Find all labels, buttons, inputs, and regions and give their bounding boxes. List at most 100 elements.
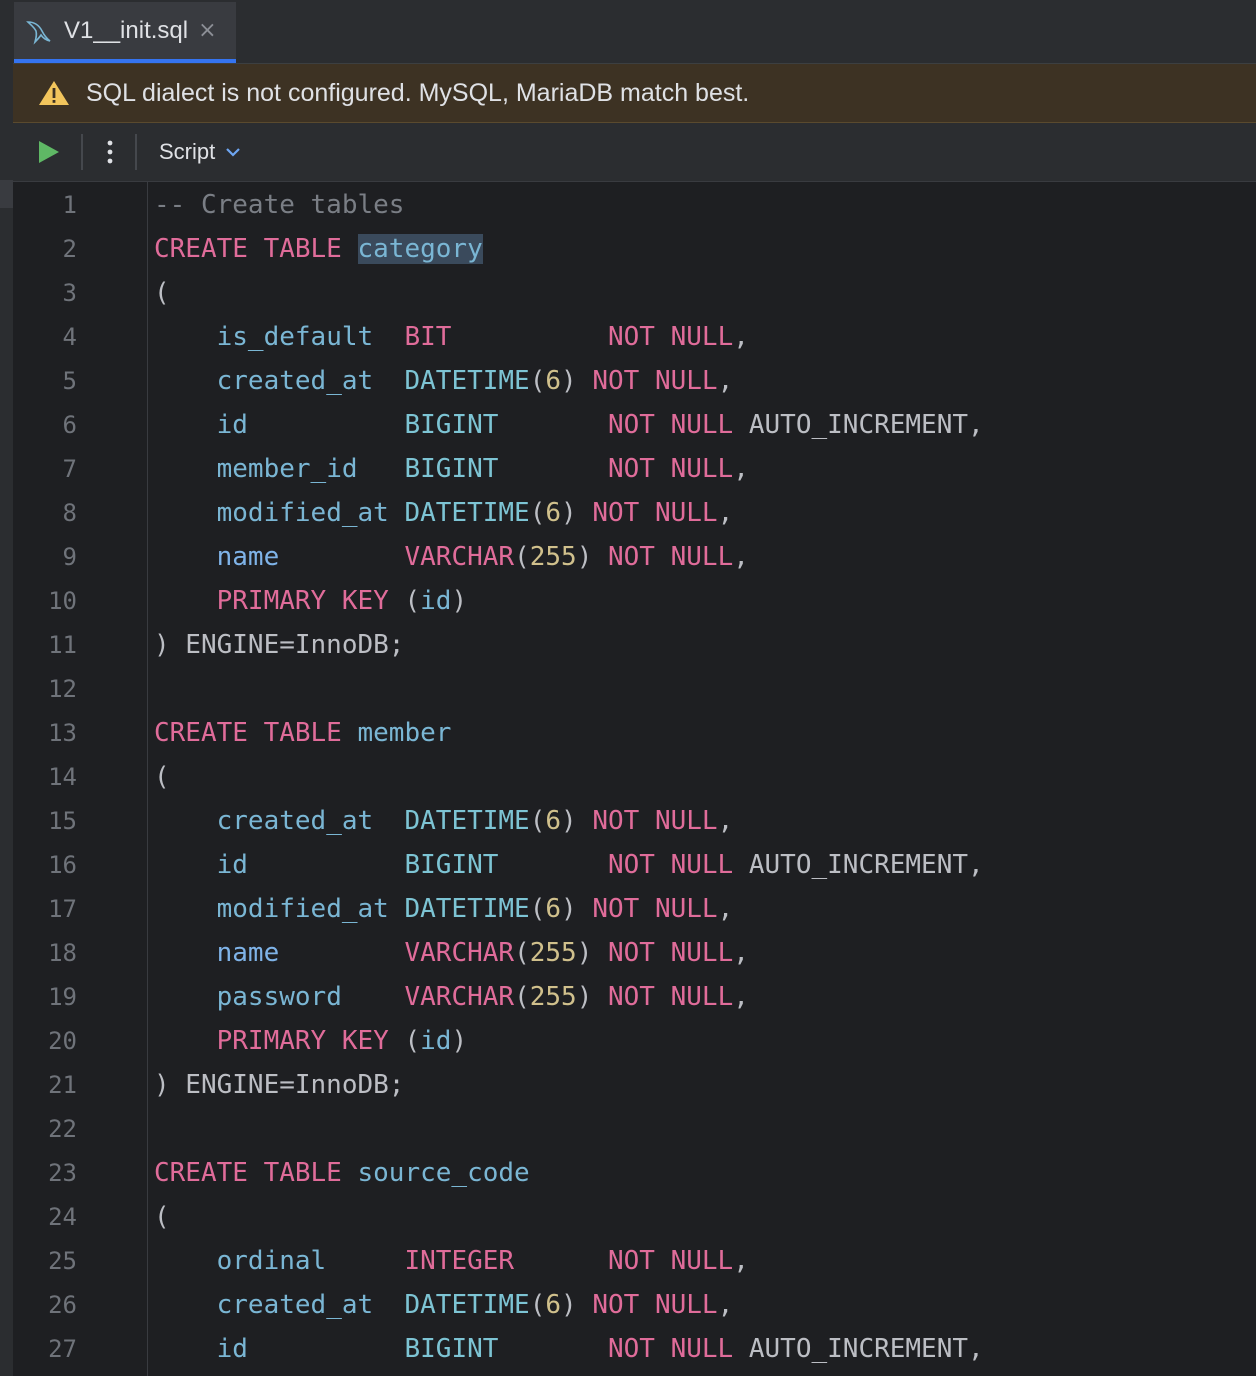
code-line[interactable]: id BIGINT NOT NULL AUTO_INCREMENT, [154, 843, 984, 887]
warning-icon [39, 81, 69, 105]
code-line[interactable]: ( [154, 1195, 170, 1239]
code-token: DATETIME [404, 1290, 530, 1320]
code-token: PRIMARY KEY [216, 1026, 389, 1056]
toolbar-divider [81, 134, 83, 170]
more-options-icon[interactable] [105, 139, 115, 165]
code-token: ( [154, 1202, 170, 1232]
code-line[interactable]: CREATE TABLE member [154, 711, 451, 755]
code-token: ( [529, 366, 546, 396]
code-line[interactable]: created_at DATETIME(6) NOT NULL, [154, 359, 734, 403]
code-token: 6 [545, 498, 562, 528]
code-token: ) [561, 1290, 593, 1320]
code-token: id [420, 586, 452, 616]
code-token: ) [576, 542, 608, 572]
code-token: ) [561, 894, 593, 924]
line-number: 19 [48, 983, 77, 1011]
code-line[interactable]: is_default BIT NOT NULL, [154, 315, 749, 359]
line-number: 5 [62, 367, 77, 395]
code-line[interactable]: created_at DATETIME(6) NOT NULL, [154, 1283, 734, 1327]
code-line[interactable]: PRIMARY KEY (id) [154, 579, 467, 623]
code-line[interactable]: id BIGINT NOT NULL AUTO_INCREMENT, [154, 403, 984, 447]
code-line[interactable]: ( [154, 755, 170, 799]
code-line[interactable]: id BIGINT NOT NULL AUTO_INCREMENT, [154, 1327, 984, 1371]
line-number: 8 [62, 499, 77, 527]
line-number: 15 [48, 807, 77, 835]
line-number: 3 [62, 279, 77, 307]
code-token: VARCHAR [404, 542, 515, 572]
line-number: 22 [48, 1115, 77, 1143]
code-line[interactable]: modified_at DATETIME(6) NOT NULL, [154, 491, 734, 535]
code-token: created_at [216, 806, 374, 836]
code-token: NOT NULL [592, 894, 718, 924]
code-line[interactable]: name VARCHAR(255) NOT NULL, [154, 931, 749, 975]
code-line[interactable]: ) ENGINE=InnoDB; [154, 1063, 404, 1107]
code-token: NOT NULL [608, 938, 734, 968]
close-icon[interactable]: × [198, 19, 216, 42]
code-token: ) ENGINE=InnoDB; [154, 630, 405, 660]
code-token: NOT NULL [608, 982, 734, 1012]
code-token: NOT NULL [592, 366, 718, 396]
code-token: NOT NULL [607, 454, 734, 484]
line-number: 16 [48, 851, 77, 879]
tab-v1-init-sql[interactable]: V1__init.sql × [14, 2, 236, 63]
editor-toolbar: Script [13, 123, 1256, 182]
code-token: member [357, 718, 452, 748]
code-token: 6 [545, 806, 562, 836]
code-line[interactable]: ) ENGINE=InnoDB; [154, 623, 404, 667]
code-token: , [733, 938, 749, 968]
code-area[interactable]: -- Create tables CREATE TABLE category ( i… [154, 182, 1254, 1376]
code-token: DATETIME [404, 366, 530, 396]
code-token: , [733, 1246, 749, 1276]
code-token: NOT NULL [608, 542, 734, 572]
code-token: ( [514, 938, 530, 968]
code-token: AUTO_INCREMENT, [733, 410, 984, 440]
code-line[interactable]: modified_at DATETIME(6) NOT NULL, [154, 887, 734, 931]
line-number: 2 [62, 235, 77, 263]
line-number: 10 [48, 587, 77, 615]
run-icon[interactable] [37, 139, 61, 165]
code-token: category [357, 234, 483, 264]
code-line[interactable]: ( [154, 271, 170, 315]
tab-title: V1__init.sql [64, 16, 189, 44]
code-line[interactable]: created_at DATETIME(6) NOT NULL, [154, 799, 734, 843]
code-token: , [717, 498, 734, 528]
code-line[interactable]: name VARCHAR(255) NOT NULL, [154, 535, 749, 579]
code-token: , [733, 542, 749, 572]
code-token: modified_at [216, 894, 389, 924]
code-token: name [216, 938, 280, 968]
code-line[interactable]: CREATE TABLE source_code [154, 1151, 530, 1195]
script-scope-dropdown[interactable]: Script [159, 139, 241, 165]
code-token: 255 [529, 982, 577, 1012]
code-token: 6 [545, 1290, 562, 1320]
code-token: AUTO_INCREMENT, [733, 850, 984, 880]
code-editor[interactable]: 1 2 3 4 5 6 7 8 9 10 11 12 13 14 15 16 17 18 19 20 21 22 23 24 2… [13, 182, 1256, 1376]
code-line[interactable]: PRIMARY KEY (id) [154, 1019, 467, 1063]
code-token: NOT NULL [592, 498, 718, 528]
code-token: ) [561, 366, 593, 396]
code-line[interactable]: CREATE TABLE category [154, 227, 483, 271]
code-token: NOT NULL [607, 1246, 734, 1276]
code-line[interactable]: member_id BIGINT NOT NULL, [154, 447, 749, 491]
line-number: 20 [48, 1027, 77, 1055]
code-line[interactable]: password VARCHAR(255) NOT NULL, [154, 975, 749, 1019]
code-token: ) [576, 982, 608, 1012]
code-token: VARCHAR [404, 938, 515, 968]
left-tool-strip [0, 0, 13, 1376]
script-label: Script [159, 139, 216, 164]
code-line[interactable]: -- Create tables [154, 183, 404, 227]
line-number-gutter: 1 2 3 4 5 6 7 8 9 10 11 12 13 14 15 16 17 18 19 20 21 22 23 24 2… [13, 182, 148, 1376]
code-line[interactable]: ordinal INTEGER NOT NULL, [154, 1239, 749, 1283]
code-token: -- Create tables [154, 190, 405, 220]
